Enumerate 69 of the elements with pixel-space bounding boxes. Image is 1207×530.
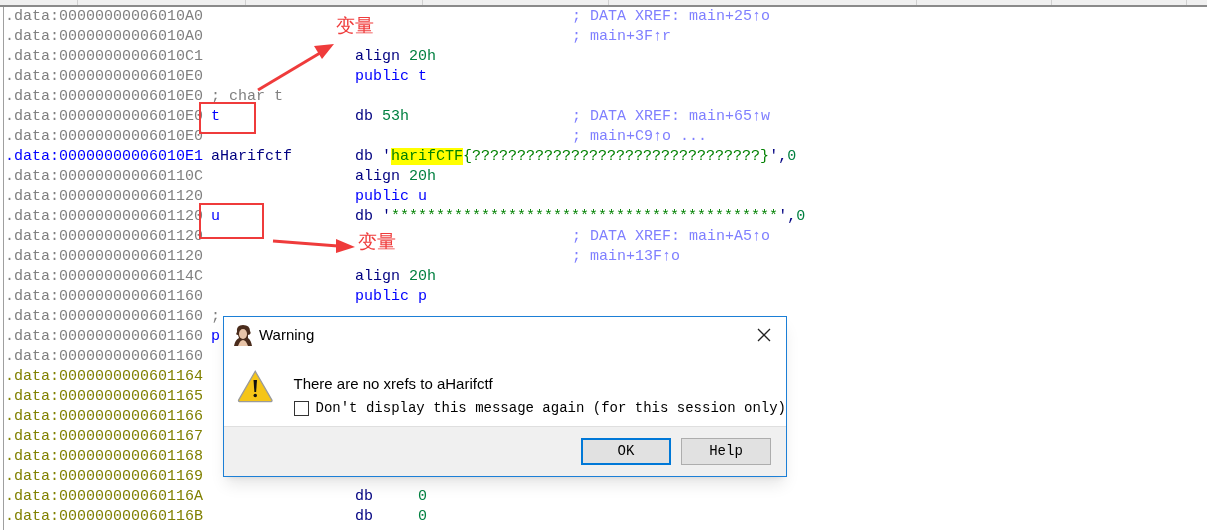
- operand-text: t: [418, 68, 428, 85]
- address-text: .data:0000000000601168: [5, 448, 204, 465]
- address-text: .data:00000000006010E1: [5, 148, 204, 165]
- dialog-button[interactable]: Help: [681, 438, 771, 465]
- comment-text: ; main+C9↑o ...: [572, 128, 708, 145]
- operand-text: 20h: [409, 268, 437, 285]
- mnemonic-text: public: [355, 68, 409, 85]
- address-text: .data:000000000060110C: [5, 168, 204, 185]
- address-text: .data:000000000060116B: [5, 508, 204, 525]
- address-text: .data:0000000000601160: [5, 328, 204, 345]
- mnemonic-text: public: [355, 288, 409, 305]
- address-text: .data:0000000000601164: [5, 368, 204, 385]
- address-text: .data:0000000000601166: [5, 408, 204, 425]
- annotation-text: 变量: [358, 231, 396, 253]
- address-text: .data:0000000000601160: [5, 288, 204, 305]
- address-text: .data:00000000006010A0: [5, 28, 204, 45]
- mnemonic-text: align: [355, 48, 400, 65]
- checkbox[interactable]: [293, 401, 309, 416]
- comment-text: ; main+13F↑o: [572, 248, 681, 265]
- mnemonic-text: db: [355, 208, 373, 225]
- address-text: .data:0000000000601160: [5, 308, 204, 325]
- address-text: .data:00000000006010E0: [5, 128, 204, 145]
- address-text: .data:00000000006010C1: [5, 48, 204, 65]
- comment-text: ; char t: [211, 88, 283, 105]
- comment-text: ; main+3F↑r: [572, 28, 672, 45]
- operand-text: 0: [418, 488, 428, 505]
- address-text: .data:0000000000601160: [5, 348, 204, 365]
- mnemonic-text: db: [355, 108, 373, 125]
- annotation-text: 变量: [336, 15, 374, 37]
- operand-text: p: [418, 288, 428, 305]
- operand-text: 20h: [409, 168, 437, 185]
- checkbox-label[interactable]: Don't display this message again (for this session only): [315, 398, 786, 419]
- warning-icon: [237, 367, 274, 405]
- dialog-title: Warning: [259, 324, 316, 345]
- address-text: .data:0000000000601120: [5, 248, 204, 265]
- operand-text: 'harifCTF{????????????????????????????????}',0: [382, 148, 797, 165]
- address-text: .data:0000000000601167: [5, 428, 204, 445]
- mnemonic-text: public: [355, 188, 409, 205]
- label-text: t: [211, 108, 220, 125]
- comment-text: ; DATA XREF: main+25↑o: [572, 8, 771, 25]
- address-text: .data:000000000060114C: [5, 268, 204, 285]
- app-icon: [233, 324, 253, 346]
- mnemonic-text: align: [355, 168, 400, 185]
- mnemonic-text: align: [355, 268, 400, 285]
- operand-text: '*******************************************',0: [382, 208, 806, 225]
- comment-text: ; DATA XREF: main+A5↑o: [572, 228, 771, 245]
- label-text: p: [211, 328, 220, 345]
- dialog-button[interactable]: OK: [581, 438, 671, 465]
- address-text: .data:00000000006010E0: [5, 88, 204, 105]
- operand-text: 53h: [382, 108, 410, 125]
- address-text: .data:0000000000601120: [5, 188, 204, 205]
- address-text: .data:00000000006010A0: [5, 8, 204, 25]
- address-text: .data:0000000000601169: [5, 468, 204, 485]
- label-text: aHarifctf: [211, 148, 292, 165]
- address-text: .data:00000000006010E0: [5, 68, 204, 85]
- address-text: .data:000000000060116A: [5, 488, 204, 505]
- address-text: .data:0000000000601165: [5, 388, 204, 405]
- operand-text: u: [418, 188, 428, 205]
- mnemonic-text: db: [355, 148, 373, 165]
- operand-text: 20h: [409, 48, 437, 65]
- mnemonic-text: db: [355, 507, 374, 527]
- comment-text: ; DATA XREF: main+65↑w: [572, 108, 771, 125]
- close-icon: [757, 328, 771, 342]
- operand-text: 0: [418, 508, 428, 525]
- message-text: There are no xrefs to aHarifctf: [293, 374, 494, 394]
- label-text: u: [211, 208, 220, 225]
- comment-text: ;: [211, 308, 220, 325]
- mnemonic-text: db: [355, 487, 374, 507]
- address-text: .data:0000000000601120: [5, 228, 204, 245]
